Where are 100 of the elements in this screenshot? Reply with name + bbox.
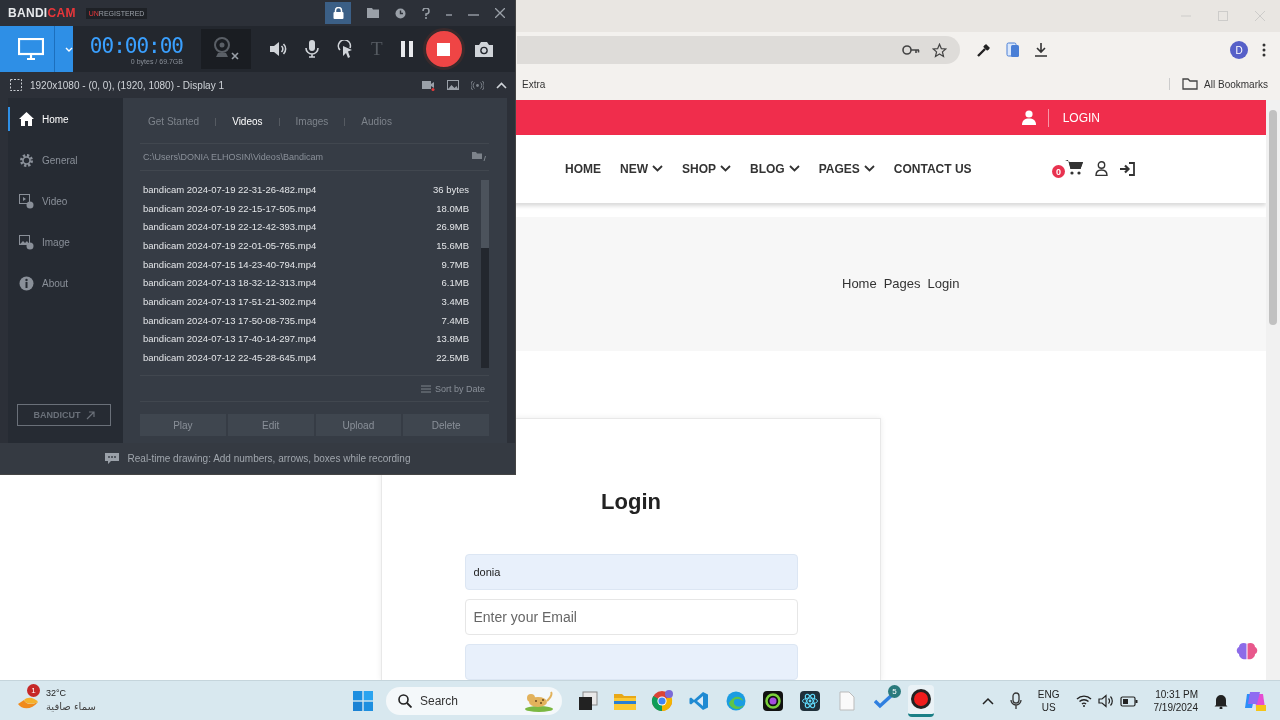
lock-button[interactable]: [325, 2, 351, 24]
taskbar-app[interactable]: [908, 684, 934, 717]
video-record-icon[interactable]: [422, 79, 435, 91]
input-field[interactable]: Enter your Email: [464, 599, 798, 635]
tab[interactable]: Videos: [232, 116, 279, 127]
file-name[interactable]: bandicam 2024-07-19 22-31-26-482.mp4: [143, 183, 317, 195]
recording-timer: 00:00:00: [89, 33, 183, 58]
search-field[interactable]: Search: [386, 686, 562, 715]
collapse-icon[interactable]: [496, 81, 507, 89]
task-view-icon: [578, 690, 598, 711]
input-field[interactable]: [464, 644, 798, 680]
nav-link[interactable]: PAGES: [818, 161, 875, 176]
file-name[interactable]: bandicam 2024-07-12 22-45-28-645.mp4: [143, 352, 317, 364]
code-editor-icon: [689, 690, 709, 711]
all-bookmarks[interactable]: All Bookmarks: [1169, 78, 1280, 90]
sort-button[interactable]: Sort by Date: [420, 383, 485, 394]
file-name[interactable]: bandicam 2024-07-13 17-50-08-735.mp4: [143, 314, 317, 326]
breadcrumb-item[interactable]: Home: [842, 276, 877, 292]
folder-icon[interactable]: [367, 8, 379, 18]
file-name[interactable]: bandicam 2024-07-19 22-12-42-393.mp4: [143, 221, 317, 233]
volume-icon[interactable]: [1097, 693, 1114, 708]
nav-link[interactable]: NEW: [620, 161, 663, 176]
file-name[interactable]: bandicam 2024-07-13 18-32-12-313.mp4: [143, 277, 317, 289]
nav-link[interactable]: SHOP: [682, 161, 731, 176]
clock[interactable]: 10:31 PM 7/19/2024: [1153, 687, 1198, 714]
nav-link[interactable]: BLOG: [750, 161, 800, 176]
sidebar-item[interactable]: About: [8, 271, 123, 295]
cursor-click-icon[interactable]: [337, 40, 353, 58]
clock-icon[interactable]: [395, 7, 406, 19]
sidebar-item[interactable]: Home: [8, 107, 123, 131]
wifi-icon[interactable]: [1075, 694, 1092, 707]
screen-mode-button[interactable]: [0, 26, 73, 72]
brain-icon[interactable]: [1236, 642, 1258, 662]
chat-icon: [104, 453, 119, 464]
stop-recording-button[interactable]: [422, 28, 465, 70]
language-indicator[interactable]: ENG US: [1037, 687, 1060, 714]
file-icon: [839, 690, 855, 711]
camera-icon[interactable]: [474, 41, 493, 57]
atom-icon: [800, 690, 820, 711]
help-icon[interactable]: [422, 7, 430, 19]
login-link[interactable]: LOGIN: [1062, 110, 1100, 125]
scrollbar-thumb[interactable]: [1269, 110, 1277, 325]
file-name[interactable]: bandicam 2024-07-19 22-01-05-765.mp4: [143, 239, 317, 251]
user-icon[interactable]: [1095, 161, 1108, 177]
close-icon[interactable]: [495, 8, 505, 18]
microphone-icon[interactable]: [1009, 691, 1022, 710]
download-icon[interactable]: [1034, 42, 1048, 58]
file-name[interactable]: bandicam 2024-07-19 22-15-17-505.mp4: [143, 202, 317, 214]
external-link-icon: [85, 410, 95, 420]
cart-icon[interactable]: [1065, 159, 1083, 176]
key-icon[interactable]: [902, 44, 920, 56]
chevron-down-icon: [720, 165, 731, 173]
folder-icon[interactable]: [472, 152, 486, 162]
info-icon: [19, 275, 34, 291]
search-icon: [398, 693, 412, 708]
chevron-down-icon: [652, 165, 663, 173]
breadcrumb-item[interactable]: Pages: [883, 276, 921, 292]
scrollbar-thumb[interactable]: [481, 180, 489, 248]
file-size: 6.1MB: [441, 277, 469, 289]
speaker-icon[interactable]: [269, 41, 287, 57]
file-size: 22.5MB: [436, 352, 469, 364]
selection-area-icon[interactable]: [10, 79, 22, 91]
file-size: 7.4MB: [441, 314, 469, 326]
file-size: 13.8MB: [436, 333, 469, 345]
chevron-up-icon[interactable]: [981, 696, 994, 705]
menu-icon[interactable]: [1262, 43, 1266, 57]
file-name[interactable]: bandicam 2024-07-13 17-40-14-297.mp4: [143, 333, 317, 345]
browser-icon: [651, 689, 673, 712]
input-field[interactable]: donia: [464, 554, 798, 590]
profile-avatar[interactable]: D: [1230, 41, 1248, 59]
sidebar-item[interactable]: Video: [8, 189, 123, 213]
file-name[interactable]: bandicam 2024-07-15 14-23-40-794.mp4: [143, 258, 317, 270]
eyedropper-icon[interactable]: [976, 42, 992, 58]
sidebar-item[interactable]: Image: [8, 230, 123, 254]
battery-icon[interactable]: [1119, 694, 1138, 707]
sign-in-icon[interactable]: [1120, 161, 1135, 176]
capture-area-info: 1920x1080 - (0, 0), (1920, 1080) - Display 1: [30, 79, 224, 91]
start-icon[interactable]: [353, 690, 373, 711]
nav-link[interactable]: HOME: [565, 161, 601, 176]
file-name[interactable]: bandicam 2024-07-13 17-51-21-302.mp4: [143, 295, 317, 307]
bookmark[interactable]: Extra: [522, 78, 546, 90]
star-icon[interactable]: [932, 42, 947, 58]
leopard-icon: [524, 689, 554, 712]
caret-icon[interactable]: [65, 46, 73, 52]
app-logo: BANDICAM: [8, 6, 76, 20]
image-icon[interactable]: [447, 80, 459, 90]
nav-link[interactable]: CONTACT US: [893, 161, 972, 176]
document-icon[interactable]: [1006, 42, 1020, 58]
breadcrumb-item[interactable]: Login: [927, 276, 960, 292]
file-size: 18.0MB: [436, 202, 469, 214]
file-size: 9.7MB: [441, 258, 469, 270]
bell-icon[interactable]: [1214, 692, 1228, 709]
sidebar-item[interactable]: General: [8, 148, 123, 172]
file-size: 3.4MB: [441, 295, 469, 307]
broadcast-icon[interactable]: [471, 80, 484, 90]
microphone-icon[interactable]: [305, 40, 319, 58]
login-title: Login: [601, 489, 661, 515]
image-settings-icon: [19, 234, 34, 250]
webcam-button[interactable]: [201, 29, 251, 69]
pause-icon[interactable]: [400, 41, 413, 57]
